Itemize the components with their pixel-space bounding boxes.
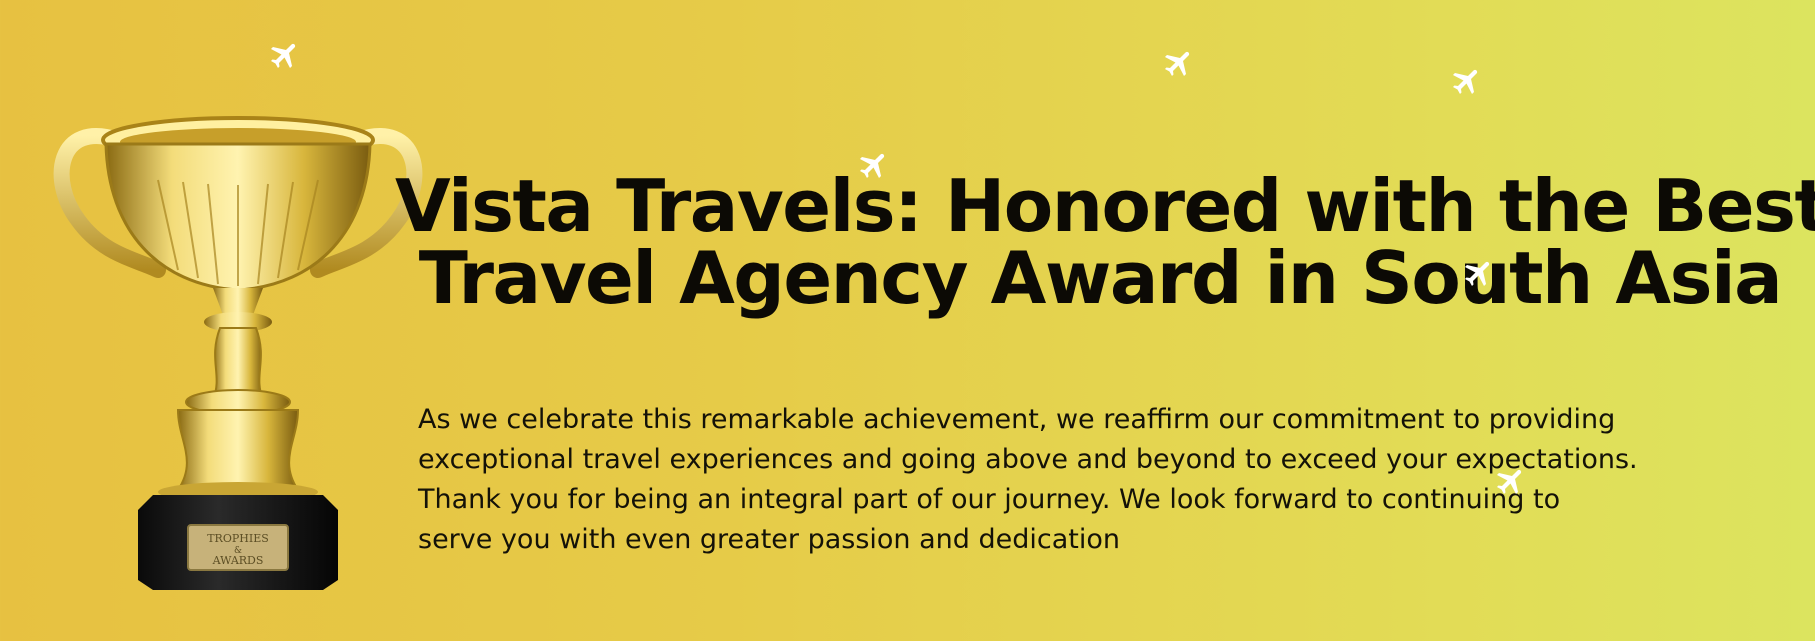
airplane-icon — [1162, 46, 1196, 80]
airplane-icon — [1450, 64, 1484, 98]
airplane-icon — [268, 38, 302, 72]
headline-line-1: Vista Travels: Honored with the Best — [395, 164, 1815, 248]
description-line-4: serve you with even greater passion and … — [418, 524, 1120, 555]
description-line-1: As we celebrate this remarkable achievem… — [418, 404, 1616, 435]
airplane-icon — [1462, 256, 1496, 290]
airplane-icon — [857, 148, 891, 182]
description-line-3: Thank you for being an integral part of … — [418, 484, 1561, 515]
trophy-icon: TROPHIES & AWARDS — [48, 100, 428, 590]
svg-text:TROPHIES: TROPHIES — [207, 532, 269, 545]
award-banner: TROPHIES & AWARDS Vista Travels: Honored… — [0, 0, 1815, 641]
airplane-icon — [1494, 464, 1528, 498]
award-description: As we celebrate this remarkable achievem… — [418, 400, 1748, 560]
headline-line-2: Travel Agency Award in South Asia — [418, 236, 1783, 320]
description-line-2: exceptional travel experiences and going… — [418, 444, 1638, 475]
svg-text:AWARDS: AWARDS — [212, 554, 264, 567]
award-headline: Vista Travels: Honored with the Best Tra… — [395, 164, 1815, 320]
